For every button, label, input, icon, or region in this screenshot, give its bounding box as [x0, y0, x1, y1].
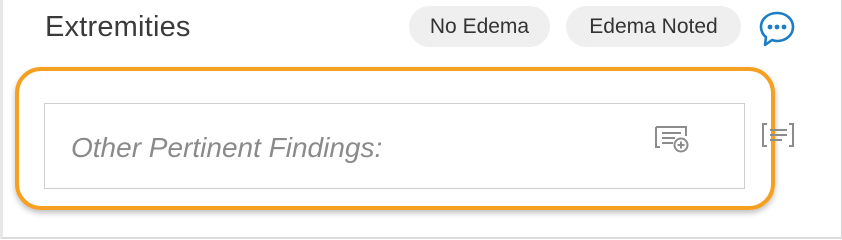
extremities-panel: Extremities No Edema Edema Noted [0, 0, 842, 239]
add-template-button[interactable] [653, 122, 691, 154]
section-title: Extremities [45, 11, 191, 43]
other-findings-input[interactable] [71, 130, 611, 166]
no-edema-option[interactable]: No Edema [409, 6, 550, 47]
comment-bubble-icon [758, 7, 796, 51]
add-template-icon [653, 122, 691, 154]
comment-button[interactable] [758, 7, 796, 51]
template-button[interactable] [760, 121, 796, 149]
template-icon [760, 121, 796, 149]
other-findings-field[interactable] [44, 103, 745, 189]
edema-noted-option[interactable]: Edema Noted [566, 6, 741, 47]
